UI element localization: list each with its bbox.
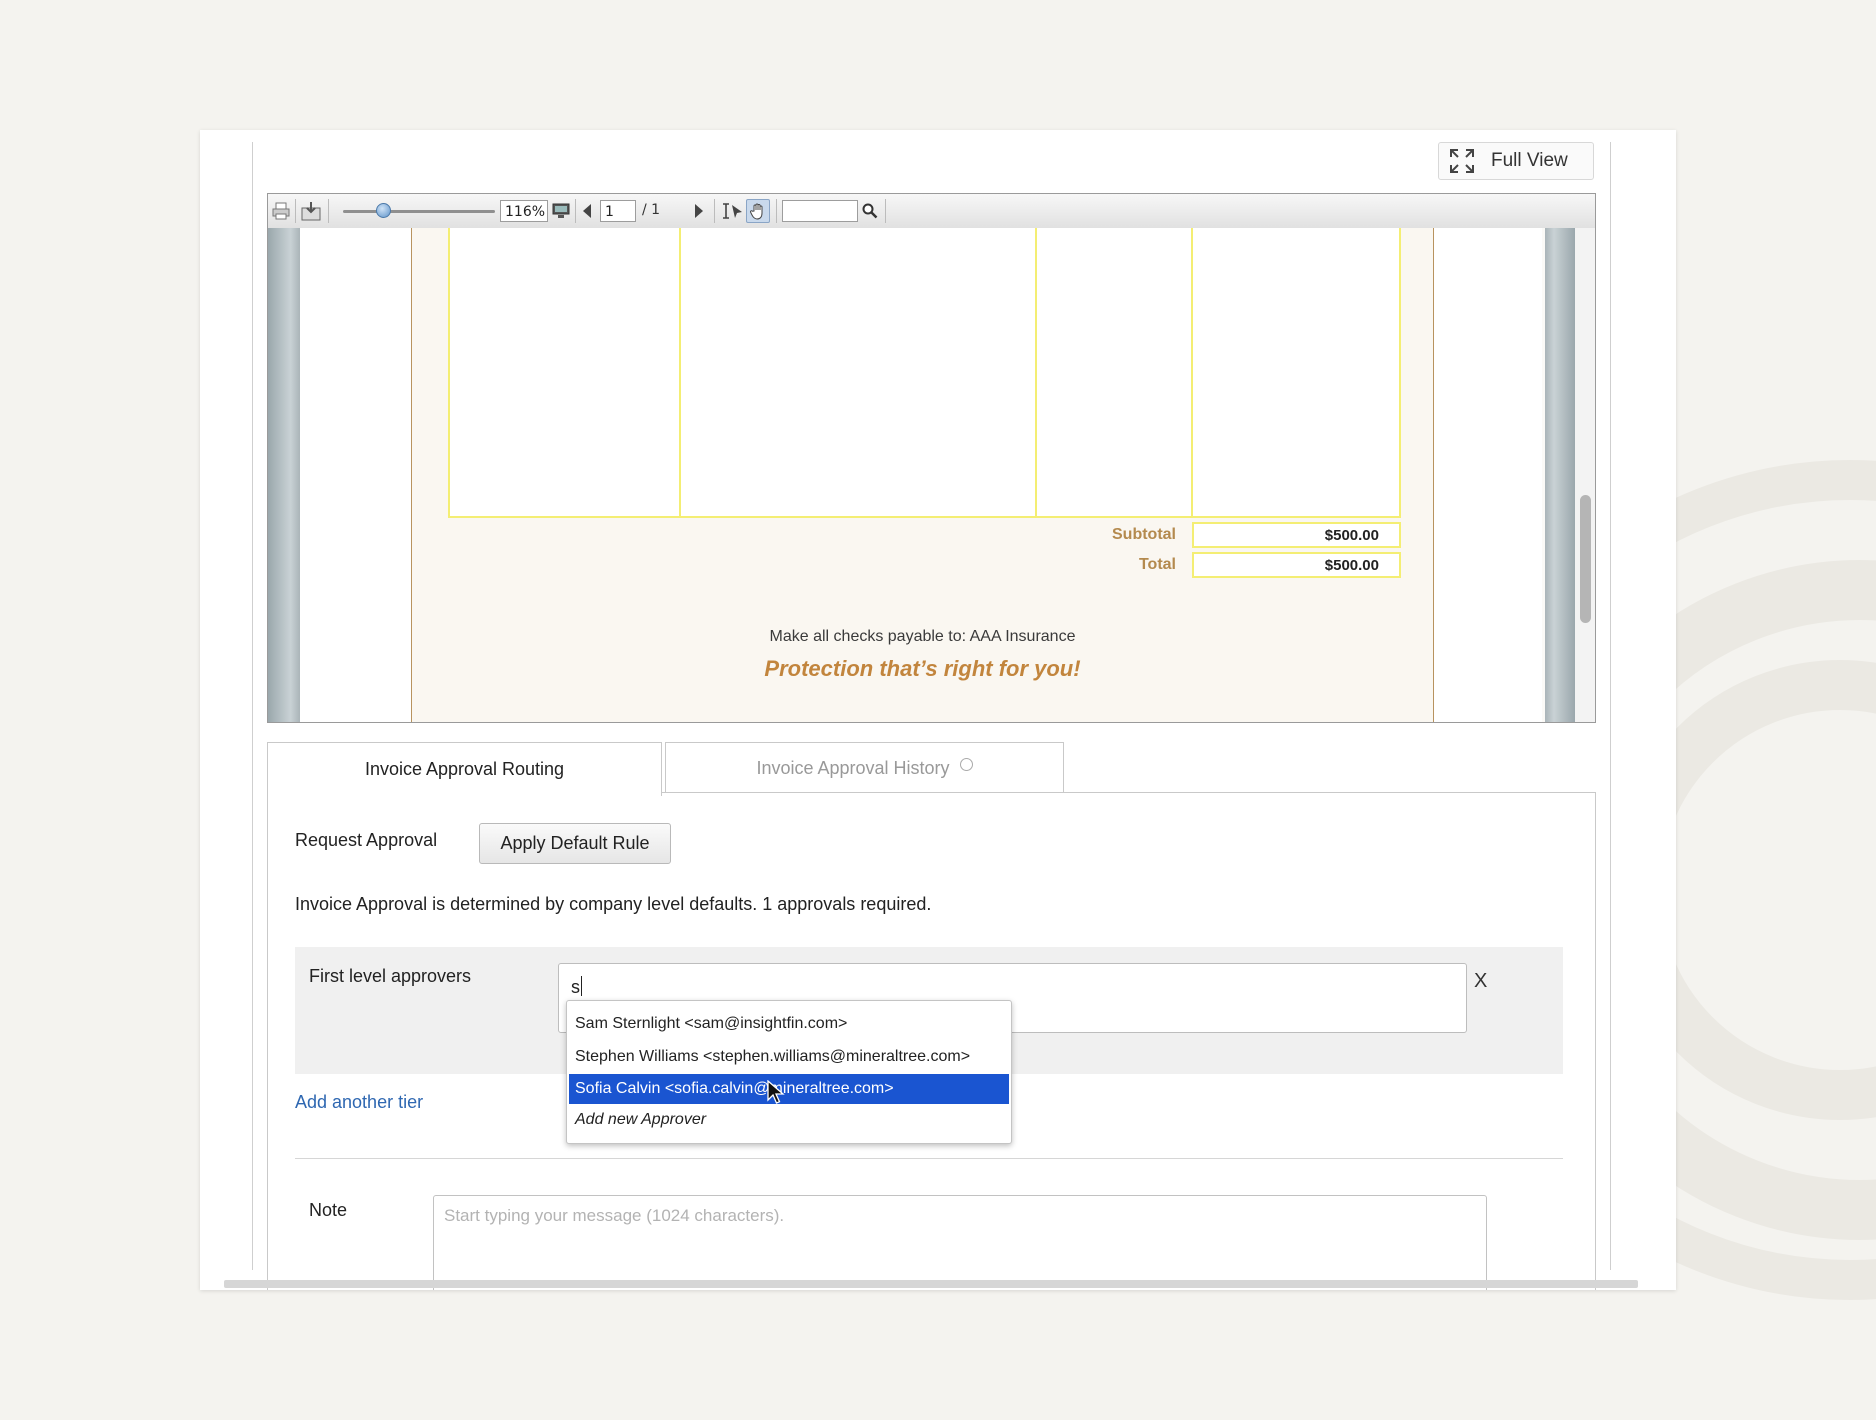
toolbar-separator [714, 199, 715, 223]
text-select-icon[interactable] [720, 201, 744, 221]
subtotal-value: $500.00 [1192, 522, 1401, 548]
full-view-label: Full View [1491, 150, 1568, 171]
table-column-divider [1191, 228, 1193, 516]
table-column-divider [679, 228, 681, 516]
approver-input-value: s [571, 977, 580, 997]
approver-suggestions-dropdown: Sam Sternlight <sam@insightfin.com> Step… [566, 1000, 1012, 1144]
left-border-line [252, 142, 253, 1270]
subtotal-label: Subtotal [1112, 526, 1176, 543]
zoom-slider[interactable] [343, 210, 495, 213]
invoice-card: Full View 116% 1 / 1 Subtotal $500.00 To… [200, 130, 1676, 1290]
company-slogan: Protection that’s right for you! [764, 656, 1081, 681]
page-margin-left [300, 228, 412, 722]
page-total: / 1 [642, 202, 661, 218]
toolbar-separator [328, 199, 329, 223]
invoice-page: Subtotal $500.00 Total $500.00 Make all … [412, 228, 1433, 722]
page-number-field[interactable]: 1 [600, 200, 636, 222]
apply-default-rule-button[interactable]: Apply Default Rule [479, 823, 671, 864]
suggestion-item[interactable]: Stephen Williams <stephen.williams@miner… [569, 1042, 1009, 1072]
total-label: Total [1138, 556, 1176, 573]
payable-text: Make all checks payable to: AAA Insuranc… [769, 628, 1076, 645]
text-caret [581, 976, 582, 996]
toolbar-separator [885, 199, 886, 223]
section-divider [295, 1158, 1563, 1159]
monitor-icon[interactable] [550, 200, 572, 222]
status-circle-icon [959, 758, 973, 771]
tab-label: Invoice Approval History [756, 758, 950, 778]
approval-info-text: Invoice Approval is determined by compan… [295, 894, 932, 914]
page-margin-right [1433, 228, 1542, 722]
zoom-slider-thumb[interactable] [376, 203, 391, 218]
right-border-line [1610, 142, 1611, 1270]
note-label: Note [309, 1200, 348, 1220]
search-field[interactable] [782, 200, 858, 222]
viewer-scrollbar-thumb[interactable] [1580, 495, 1591, 623]
full-view-button[interactable]: Full View [1438, 142, 1594, 180]
zoom-field[interactable]: 116% [500, 200, 548, 222]
viewer-scrollbar[interactable] [1575, 228, 1595, 722]
hand-icon[interactable] [746, 199, 770, 223]
first-level-approvers-label: First level approvers [309, 966, 472, 986]
expand-icon [1450, 149, 1474, 173]
add-new-approver-item[interactable]: Add new Approver [569, 1105, 1009, 1135]
suggestion-item-selected[interactable]: Sofia Calvin <sofia.calvin@mineraltree.c… [569, 1074, 1009, 1104]
prev-page-icon[interactable] [579, 202, 595, 220]
next-page-icon[interactable] [691, 202, 707, 220]
tab-label: Invoice Approval Routing [364, 759, 565, 779]
horizontal-scrollbar[interactable] [224, 1280, 1638, 1288]
pdf-viewer: 116% 1 / 1 Subtotal $500.00 Total $500.0… [267, 193, 1596, 723]
viewer-gutter-left [268, 228, 300, 722]
total-value: $500.00 [1192, 552, 1401, 578]
remove-tier-button[interactable]: X [1474, 970, 1487, 993]
document-area: Subtotal $500.00 Total $500.00 Make all … [268, 228, 1595, 722]
save-icon[interactable] [300, 200, 322, 222]
invoice-line-table [448, 228, 1401, 518]
toolbar-separator [575, 199, 576, 223]
viewer-gutter-right [1545, 228, 1575, 722]
add-another-tier-link[interactable]: Add another tier [295, 1092, 423, 1113]
tab-invoice-approval-history[interactable]: Invoice Approval History [665, 742, 1064, 794]
print-icon[interactable] [271, 201, 291, 221]
note-placeholder: Start typing your message (1024 characte… [444, 1206, 785, 1225]
search-icon[interactable] [861, 202, 879, 220]
viewer-toolbar: 116% 1 / 1 [268, 194, 1595, 229]
note-textarea[interactable]: Start typing your message (1024 characte… [433, 1195, 1487, 1290]
toolbar-separator [295, 199, 296, 223]
table-column-divider [1035, 228, 1037, 516]
tab-invoice-approval-routing[interactable]: Invoice Approval Routing [267, 742, 662, 796]
toolbar-separator [776, 199, 777, 223]
mouse-pointer-icon [767, 1080, 785, 1104]
suggestion-item[interactable]: Sam Sternlight <sam@insightfin.com> [569, 1009, 1009, 1039]
request-approval-label: Request Approval [295, 830, 438, 850]
